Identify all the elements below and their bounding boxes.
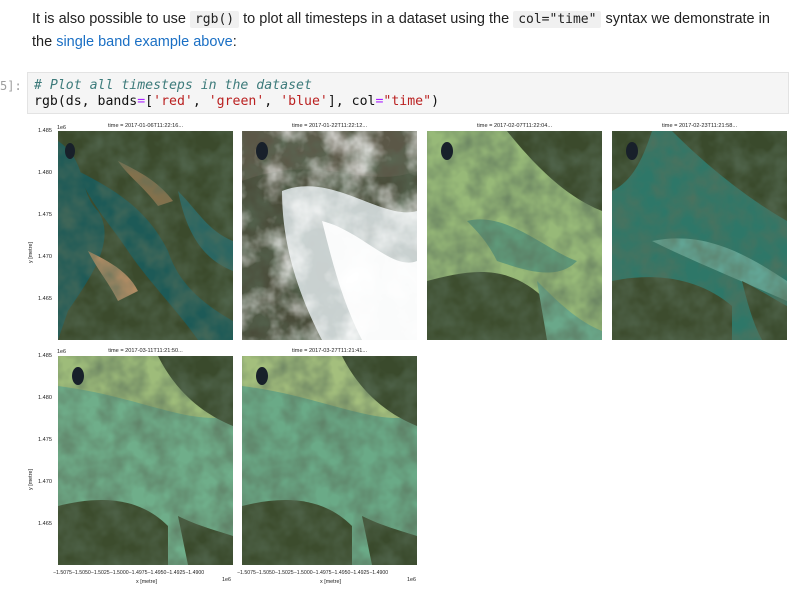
satellite-image-3 xyxy=(427,131,602,340)
cell-prompt: 5]: xyxy=(0,79,22,93)
y-tick: 1.475 xyxy=(38,212,52,218)
satellite-panel-5 xyxy=(58,356,233,565)
panel-title: time = 2017-01-06T11:22:16... xyxy=(108,123,183,129)
y-tick: 1.485 xyxy=(38,353,52,359)
y-tick: 1.480 xyxy=(38,170,52,176)
y-tick: 1.475 xyxy=(38,437,52,443)
satellite-image-6 xyxy=(242,356,417,565)
satellite-panel-4 xyxy=(612,131,787,340)
x-tick-labels-2: −1.5075−1.5050−1.5025−1.5000−1.4975−1.49… xyxy=(237,570,389,576)
code-cell[interactable]: # Plot all timesteps in the dataset rgb(… xyxy=(27,72,789,114)
intro-paragraph: It is also possible to use rgb() to plot… xyxy=(32,8,792,53)
satellite-image-5 xyxy=(58,356,233,565)
code-string: 'blue' xyxy=(280,94,328,109)
inline-code-rgb: rgb() xyxy=(189,11,240,28)
y-tick: 1.480 xyxy=(38,395,52,401)
y-tick: 1.465 xyxy=(38,296,52,302)
code-token: , xyxy=(192,94,209,109)
x-tick-labels-1: −1.5075−1.5050−1.5025−1.5000−1.4975−1.49… xyxy=(53,570,205,576)
single-band-example-link[interactable]: single band example above xyxy=(56,34,233,50)
y-tick: 1.485 xyxy=(38,128,52,134)
code-token: [ xyxy=(145,94,154,109)
intro-text: It is also possible to use xyxy=(32,11,190,27)
code-comment: # Plot all timesteps in the dataset xyxy=(34,78,312,93)
x-multiplier: 1e6 xyxy=(222,577,231,583)
code-token: rgb(ds, bands xyxy=(34,94,138,109)
code-token: ], col xyxy=(327,94,376,109)
x-axis-label-1: x [metre] xyxy=(136,579,157,585)
y-tick: 1.470 xyxy=(38,479,52,485)
intro-text: to plot all timesteps in a dataset using… xyxy=(239,11,514,27)
y-tick: 1.465 xyxy=(38,521,52,527)
code-token: , xyxy=(264,94,281,109)
satellite-panel-2 xyxy=(242,131,417,340)
satellite-image-4 xyxy=(612,131,787,340)
satellite-image-1 xyxy=(58,131,233,340)
satellite-image-2 xyxy=(242,131,417,340)
panel-title: time = 2017-02-23T11:21:58... xyxy=(662,123,737,129)
panel-title: time = 2017-01-22T11:22:12... xyxy=(292,123,367,129)
y-tick: 1.470 xyxy=(38,254,52,260)
satellite-panel-1 xyxy=(58,131,233,340)
y-axis-label-row1: y [metre] xyxy=(28,242,34,263)
satellite-panel-3 xyxy=(427,131,602,340)
code-string: 'green' xyxy=(208,94,265,109)
panel-title: time = 2017-03-27T11:21:41... xyxy=(292,348,367,354)
code-token: ) xyxy=(431,94,440,109)
code-string: "time" xyxy=(383,94,432,109)
code-block: # Plot all timesteps in the dataset rgb(… xyxy=(28,73,788,115)
code-operator: = xyxy=(137,94,146,109)
inline-code-col-time: col="time" xyxy=(513,11,602,28)
x-multiplier: 1e6 xyxy=(407,577,416,583)
intro-text: : xyxy=(232,34,237,50)
satellite-panel-6 xyxy=(242,356,417,565)
code-string: 'red' xyxy=(153,94,193,109)
panel-title: time = 2017-02-07T11:22:04... xyxy=(477,123,552,129)
panel-title: time = 2017-03-11T11:21:50... xyxy=(108,348,183,354)
x-axis-label-2: x [metre] xyxy=(320,579,341,585)
y-axis-label-row2: y [metre] xyxy=(28,469,34,490)
